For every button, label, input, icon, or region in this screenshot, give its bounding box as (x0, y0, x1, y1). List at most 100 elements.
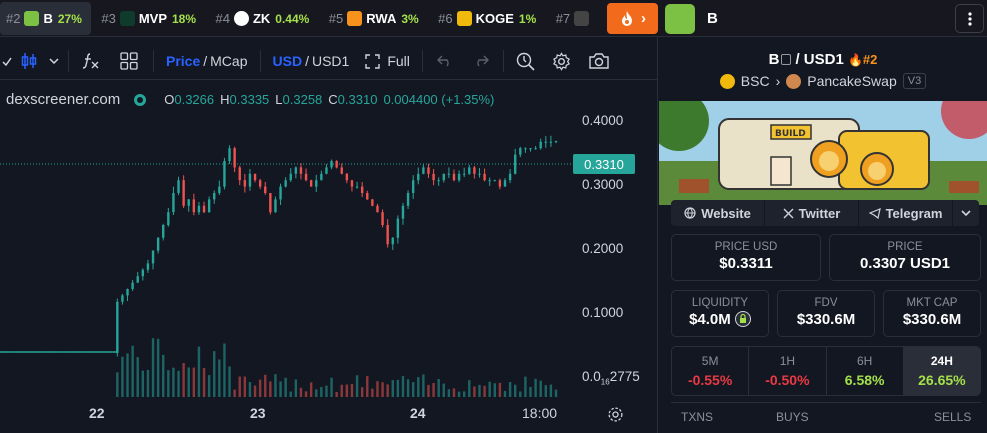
currency-toggle[interactable]: USD / USD1 (265, 43, 358, 80)
volume-bar (391, 380, 394, 397)
candle-body (508, 173, 512, 181)
trending-rank: #2 (6, 11, 21, 26)
time-axis-settings-icon[interactable] (607, 406, 624, 423)
tab-1h[interactable]: 1H -0.50% (749, 347, 827, 395)
globe-icon (684, 207, 696, 219)
sells-label: SELLS (934, 410, 972, 424)
price-mcap-toggle[interactable]: Price / MCap (158, 43, 256, 80)
undo-icon[interactable] (427, 43, 463, 80)
chevron-down-icon[interactable] (44, 43, 64, 80)
candle-body (462, 173, 466, 175)
volume-bar (381, 382, 384, 397)
trending-item-zk[interactable]: #4 ZK 0.44% (209, 2, 318, 35)
mktcap-value: $330.6M (902, 311, 962, 328)
trending-item-rwa[interactable]: #5 RWA 3% (323, 2, 428, 35)
x-axis-label: 18:00 (522, 405, 558, 421)
volume-bar (335, 391, 338, 397)
usd-option[interactable]: USD (273, 53, 303, 69)
candle-body (549, 141, 553, 143)
mktcap-card: MKT CAP $330.6M (883, 290, 981, 337)
candlestick-chart[interactable] (0, 81, 657, 433)
candle-body (269, 193, 272, 213)
tab-5m[interactable]: 5M -0.55% (672, 347, 750, 395)
tab-label: 1H (779, 354, 796, 368)
volume-bars (116, 338, 558, 397)
telegram-link[interactable]: Telegram (859, 200, 953, 226)
check-icon[interactable] (0, 43, 14, 80)
candle-body (233, 148, 236, 168)
more-links-button[interactable] (953, 200, 979, 226)
trending-toggle-button[interactable]: › (607, 3, 658, 34)
candle-body (468, 167, 471, 174)
candle-body (228, 148, 231, 161)
volume-bar (258, 379, 262, 397)
fullscreen-button[interactable]: Full (357, 43, 418, 80)
trending-item-mvp[interactable]: #3 MVP 18% (95, 2, 205, 35)
usd1-option[interactable]: USD1 (312, 53, 349, 69)
open-value: 0.3266 (174, 92, 215, 107)
low-label: L (275, 92, 283, 107)
volume-bar (284, 377, 287, 397)
trending-item-koge[interactable]: #6 KOGE 1% (432, 2, 545, 35)
candle-body (422, 167, 425, 174)
pair-subtitle: BSC › PancakeSwap V3 (658, 73, 987, 89)
mcap-option[interactable]: MCap (210, 53, 247, 69)
price-option[interactable]: Price (166, 53, 200, 69)
volume-bar (350, 383, 354, 397)
tab-6h[interactable]: 6H 6.58% (827, 347, 904, 395)
fullscreen-icon (365, 53, 381, 69)
divider (421, 50, 423, 72)
y-label-sub: 16 (600, 377, 610, 387)
price-chart[interactable]: dexscreener.com O 0.3266 H 0.3335 L 0.32… (0, 81, 657, 433)
volume-bar (411, 382, 415, 397)
volume-bar (121, 356, 124, 397)
dex-name[interactable]: PancakeSwap (807, 73, 897, 89)
trending-item-7[interactable]: #7 (550, 2, 602, 35)
price-usd-value: $0.3311 (719, 255, 773, 272)
candle-body (376, 205, 379, 213)
version-badge: V3 (902, 73, 927, 89)
candles-icon[interactable] (14, 43, 44, 80)
candle-body (121, 295, 124, 302)
camera-icon[interactable] (580, 43, 618, 80)
candle-body (503, 180, 507, 187)
volume-bar (422, 374, 425, 397)
candle-body (253, 173, 257, 181)
trending-rank: #2 (862, 52, 878, 67)
candle-body (151, 250, 155, 264)
high-value: 0.3335 (229, 92, 270, 107)
transactions-row: TXNS BUYS SELLS (671, 402, 981, 433)
price-value: 0.3307 USD1 (859, 255, 951, 272)
y-label-part: 2775 (609, 369, 640, 384)
layout-grid-icon[interactable] (109, 43, 149, 80)
volume-bar (498, 382, 502, 397)
chevron-down-icon (961, 210, 971, 216)
y-axis-label: 0.1000 (582, 305, 624, 320)
watermark-site: dexscreener.com (6, 91, 121, 108)
tab-label: 6H (856, 354, 873, 368)
visibility-icon[interactable] (134, 93, 147, 106)
chain-name[interactable]: BSC (741, 73, 770, 89)
twitter-link[interactable]: Twitter (765, 200, 859, 226)
y-axis-label-low: 0.0162775 (582, 369, 640, 387)
volume-bar (279, 381, 282, 397)
candle-body (284, 180, 287, 187)
volume-bar (228, 366, 231, 397)
tab-24h[interactable]: 24H 26.65% (903, 347, 980, 395)
candle-body (264, 186, 267, 193)
volume-bar (447, 389, 451, 397)
alert-clock-icon[interactable] (508, 43, 544, 80)
website-link[interactable]: Website (671, 200, 765, 226)
gear-icon[interactable] (544, 43, 580, 80)
liquidity-card: LIQUIDITY $4.0M (671, 290, 769, 337)
fdv-card: FDV $330.6M (777, 290, 875, 337)
x-icon (783, 208, 794, 218)
volume-bar (218, 359, 221, 397)
indicators-icon[interactable] (73, 43, 109, 80)
redo-icon[interactable] (463, 43, 499, 80)
menu-button[interactable] (955, 4, 984, 33)
copy-icon[interactable] (781, 54, 792, 65)
divider (153, 50, 154, 72)
volume-bar (315, 389, 318, 397)
trending-item-b[interactable]: #2 B 27% (0, 2, 91, 35)
